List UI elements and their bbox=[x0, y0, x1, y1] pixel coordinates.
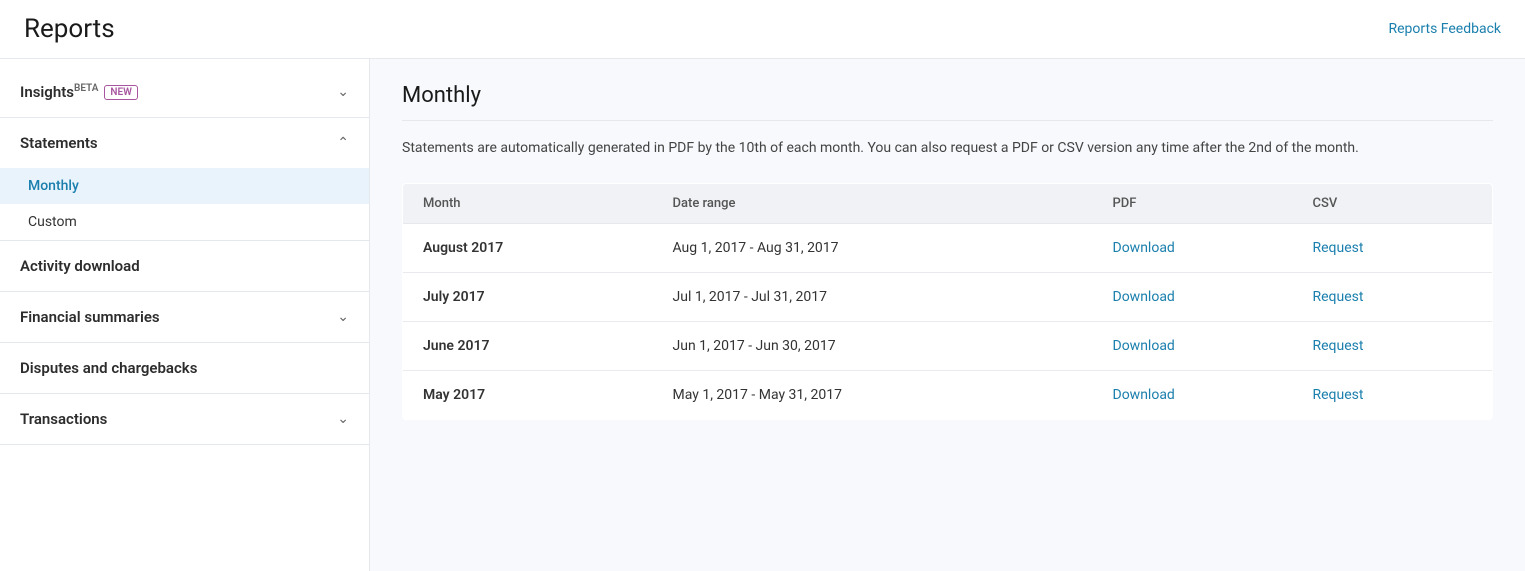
sidebar-section-insights: InsightsBETA NEW ⌄ bbox=[0, 67, 369, 118]
sidebar-section-transactions: Transactions ⌄ bbox=[0, 394, 369, 445]
table-body: August 2017Aug 1, 2017 - Aug 31, 2017 Dow… bbox=[403, 224, 1493, 420]
chevron-down-icon-financial: ⌄ bbox=[337, 309, 349, 325]
sidebar-disputes-header[interactable]: Disputes and chargebacks bbox=[0, 343, 369, 393]
chevron-down-icon: ⌄ bbox=[337, 84, 349, 100]
main-content: Monthly Statements are automatically gen… bbox=[370, 59, 1525, 571]
statements-sub-items: Monthly Custom bbox=[0, 168, 369, 240]
cell-month: July 2017 bbox=[403, 273, 653, 322]
disputes-title: Disputes and chargebacks bbox=[20, 359, 197, 377]
insights-header-group: InsightsBETA NEW bbox=[20, 83, 138, 101]
cell-pdf: Download bbox=[1093, 273, 1293, 322]
insights-title: InsightsBETA bbox=[20, 83, 98, 101]
cell-pdf: Download bbox=[1093, 322, 1293, 371]
new-badge: NEW bbox=[104, 85, 138, 100]
beta-badge: BETA bbox=[74, 83, 98, 94]
table-row: June 2017Jun 1, 2017 - Jun 30, 2017 Downl… bbox=[403, 322, 1493, 371]
sidebar-section-financial-summaries: Financial summaries ⌄ bbox=[0, 292, 369, 343]
csv-request-link[interactable]: Request bbox=[1313, 338, 1364, 354]
col-csv: CSV bbox=[1293, 184, 1493, 224]
app-container: Reports Reports Feedback InsightsBETA NE… bbox=[0, 0, 1525, 571]
csv-request-link[interactable]: Request bbox=[1313, 240, 1364, 256]
sidebar-section-disputes: Disputes and chargebacks bbox=[0, 343, 369, 394]
main-layout: InsightsBETA NEW ⌄ Statements ⌃ Monthly … bbox=[0, 59, 1525, 571]
content-divider bbox=[402, 120, 1493, 121]
description-text: Statements are automatically generated i… bbox=[402, 137, 1442, 159]
statements-title: Statements bbox=[20, 134, 98, 152]
cell-month: May 2017 bbox=[403, 371, 653, 420]
cell-csv: Request bbox=[1293, 224, 1493, 273]
cell-csv: Request bbox=[1293, 322, 1493, 371]
pdf-download-link[interactable]: Download bbox=[1113, 387, 1175, 403]
sidebar-insights-header[interactable]: InsightsBETA NEW ⌄ bbox=[0, 67, 369, 117]
sidebar-activity-download-header[interactable]: Activity download bbox=[0, 241, 369, 291]
table-header: Month Date range PDF CSV bbox=[403, 184, 1493, 224]
cell-month: June 2017 bbox=[403, 322, 653, 371]
reports-feedback-link[interactable]: Reports Feedback bbox=[1389, 21, 1502, 37]
chevron-down-icon-transactions: ⌄ bbox=[337, 411, 349, 427]
csv-request-link[interactable]: Request bbox=[1313, 387, 1364, 403]
sidebar-section-statements: Statements ⌃ Monthly Custom bbox=[0, 118, 369, 241]
cell-date-range: Aug 1, 2017 - Aug 31, 2017 bbox=[653, 224, 1093, 273]
sidebar-statements-header[interactable]: Statements ⌃ bbox=[0, 118, 369, 168]
table-row: August 2017Aug 1, 2017 - Aug 31, 2017 Dow… bbox=[403, 224, 1493, 273]
pdf-download-link[interactable]: Download bbox=[1113, 240, 1175, 256]
sidebar-item-custom[interactable]: Custom bbox=[0, 204, 369, 240]
pdf-download-link[interactable]: Download bbox=[1113, 289, 1175, 305]
sidebar-item-monthly[interactable]: Monthly bbox=[0, 168, 369, 204]
table-row: July 2017Jul 1, 2017 - Jul 31, 2017 Downl… bbox=[403, 273, 1493, 322]
cell-date-range: Jul 1, 2017 - Jul 31, 2017 bbox=[653, 273, 1093, 322]
activity-download-title: Activity download bbox=[20, 257, 140, 275]
content-title: Monthly bbox=[402, 83, 1493, 108]
cell-date-range: May 1, 2017 - May 31, 2017 bbox=[653, 371, 1093, 420]
cell-csv: Request bbox=[1293, 371, 1493, 420]
cell-date-range: Jun 1, 2017 - Jun 30, 2017 bbox=[653, 322, 1093, 371]
col-month: Month bbox=[403, 184, 653, 224]
page-title: Reports bbox=[24, 14, 115, 44]
csv-request-link[interactable]: Request bbox=[1313, 289, 1364, 305]
cell-pdf: Download bbox=[1093, 371, 1293, 420]
sidebar: InsightsBETA NEW ⌄ Statements ⌃ Monthly … bbox=[0, 59, 370, 571]
table-row: May 2017May 1, 2017 - May 31, 2017 Downlo… bbox=[403, 371, 1493, 420]
table-header-row: Month Date range PDF CSV bbox=[403, 184, 1493, 224]
chevron-up-icon: ⌃ bbox=[337, 135, 349, 151]
transactions-title: Transactions bbox=[20, 410, 107, 428]
sidebar-transactions-header[interactable]: Transactions ⌄ bbox=[0, 394, 369, 444]
cell-month: August 2017 bbox=[403, 224, 653, 273]
top-bar: Reports Reports Feedback bbox=[0, 0, 1525, 59]
sidebar-financial-summaries-header[interactable]: Financial summaries ⌄ bbox=[0, 292, 369, 342]
financial-summaries-title: Financial summaries bbox=[20, 308, 160, 326]
pdf-download-link[interactable]: Download bbox=[1113, 338, 1175, 354]
cell-csv: Request bbox=[1293, 273, 1493, 322]
cell-pdf: Download bbox=[1093, 224, 1293, 273]
sidebar-section-activity-download: Activity download bbox=[0, 241, 369, 292]
reports-table: Month Date range PDF CSV August 2017Aug … bbox=[402, 183, 1493, 420]
col-pdf: PDF bbox=[1093, 184, 1293, 224]
col-date-range: Date range bbox=[653, 184, 1093, 224]
